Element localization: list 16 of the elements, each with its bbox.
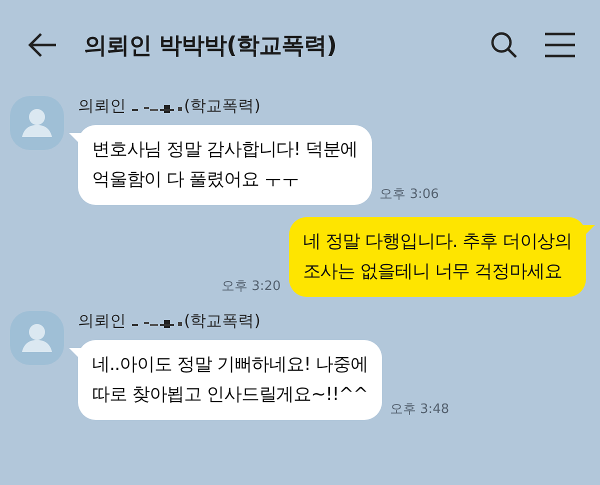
message-text: 변호사님 정말 감사합니다! 덕분에 억울함이 다 풀렸어요 ㅜㅜ	[92, 138, 358, 192]
chat-title: 의뢰인 박박박(학교폭력)	[84, 32, 338, 60]
menu-icon[interactable]	[544, 32, 576, 58]
message-text: 네..아이도 정말 기뻐하네요! 나중에 따로 찾아뵙고 인사드릴게요~!!^^	[92, 353, 368, 407]
redacted-name-mark	[132, 104, 182, 112]
message-time: 오후 3:06	[380, 186, 439, 204]
message-time: 오후 3:48	[390, 401, 450, 419]
back-arrow-icon[interactable]	[28, 32, 58, 58]
sender-name: 의뢰인	[78, 96, 126, 117]
redacted-name-mark	[132, 320, 182, 328]
message-time: 오후 3:20	[221, 278, 281, 296]
sender-tag: (학교폭력)	[184, 311, 260, 332]
message-text: 네 정말 다행입니다. 추후 더이상의 조사는 없을테니 너무 걱정마세요	[302, 230, 572, 284]
search-icon[interactable]	[490, 31, 518, 59]
sender-tag: (학교폭력)	[184, 96, 260, 117]
sender-name: 의뢰인	[78, 311, 126, 332]
